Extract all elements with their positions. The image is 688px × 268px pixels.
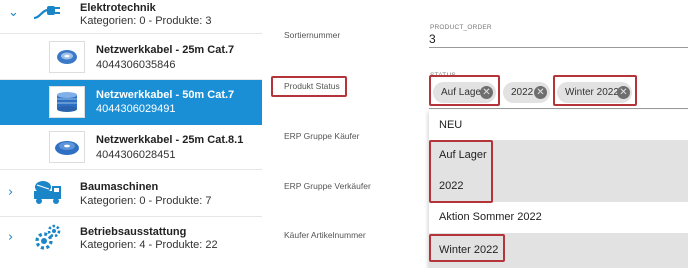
status-underline xyxy=(429,108,688,109)
chip-label: 2022 xyxy=(511,87,534,98)
category-subtitle: Kategorien: 0 - Produkte: 7 xyxy=(80,195,212,207)
product-sku: 4044306029491 xyxy=(96,103,176,115)
cement-mixer-icon xyxy=(32,177,64,212)
chevron-right-icon[interactable]: › xyxy=(8,185,13,200)
product-sku: 4044306035846 xyxy=(96,59,176,71)
highlight-box xyxy=(429,140,493,203)
product-title: Netzwerkkabel - 25m Cat.7 xyxy=(96,44,235,56)
category-subtitle: Kategorien: 0 - Produkte: 3 xyxy=(80,15,212,27)
field-label-kaeufer-artikelnummer: Käufer Artikelnummer xyxy=(284,230,366,240)
chevron-right-icon[interactable]: › xyxy=(8,230,13,245)
gears-icon xyxy=(34,223,62,258)
category-subtitle: Kategorien: 4 - Produkte: 22 xyxy=(80,239,218,251)
cable-thumbnail xyxy=(49,86,85,118)
category-title: Baumaschinen xyxy=(80,181,159,193)
product-order-underline xyxy=(429,47,688,48)
tree-category-betriebsausstattung[interactable]: › Betriebsausstattung Kategorien: 4 - Pr… xyxy=(0,217,262,268)
menu-option[interactable]: NEU xyxy=(429,110,688,140)
tree-category-elektrotechnik[interactable]: ⌄ Elektrotechnik Kategorien: 0 - Produkt… xyxy=(0,0,262,34)
tree-product-row-selected[interactable]: Netzwerkkabel - 50m Cat.7 4044306029491 xyxy=(0,80,262,125)
chevron-down-icon[interactable]: ⌄ xyxy=(8,5,19,20)
product-title: Netzwerkkabel - 50m Cat.7 xyxy=(96,89,235,101)
remove-chip-icon[interactable]: ✕ xyxy=(534,86,547,99)
plug-icon xyxy=(32,2,62,29)
field-label-erp-gruppe-verkaeufer: ERP Gruppe Verkäufer xyxy=(284,181,371,191)
field-label-erp-gruppe-kaeufer: ERP Gruppe Käufer xyxy=(284,131,360,141)
highlight-box xyxy=(429,234,505,262)
category-title: Elektrotechnik xyxy=(80,2,156,14)
highlight-box xyxy=(553,75,637,106)
product-sku: 4044306028451 xyxy=(96,149,176,161)
tree-product-row[interactable]: Netzwerkkabel - 25m Cat.8.1 404430602845… xyxy=(0,125,262,170)
category-title: Betriebsausstattung xyxy=(80,226,187,238)
cable-thumbnail xyxy=(49,131,85,163)
status-chip[interactable]: 2022 ✕ xyxy=(503,82,550,103)
product-order-input[interactable]: 3 xyxy=(429,32,436,46)
tree-category-baumaschinen[interactable]: › Baumaschinen Kategorien: 0 - Produkte:… xyxy=(0,170,262,217)
highlight-box xyxy=(429,75,500,106)
field-label-sortiernummer: Sortiernummer xyxy=(284,30,341,40)
category-tree: ⌄ Elektrotechnik Kategorien: 0 - Produkt… xyxy=(0,0,262,268)
field-label-produkt-status: Produkt Status xyxy=(284,81,340,91)
product-order-caption: PRODUCT_ORDER xyxy=(430,24,492,31)
product-title: Netzwerkkabel - 25m Cat.8.1 xyxy=(96,134,244,146)
tree-product-row[interactable]: Netzwerkkabel - 25m Cat.7 4044306035846 xyxy=(0,34,262,80)
cable-thumbnail xyxy=(49,41,85,73)
menu-option[interactable]: Aktion Sommer 2022 xyxy=(429,202,688,233)
